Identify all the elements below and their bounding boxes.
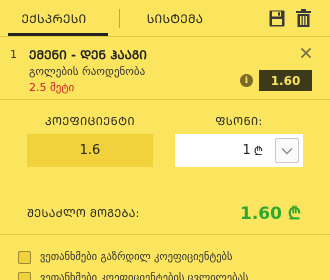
- save-icon[interactable]: [269, 10, 285, 27]
- accept-odds-change-checkbox[interactable]: [18, 271, 31, 280]
- accept-odds-change-label: ვეთანხმები კოეფიციენტების ცვლილებას: [40, 272, 249, 280]
- stake-value-wrap: 1 ₾: [242, 134, 263, 167]
- stake-input[interactable]: 1 ₾: [175, 134, 303, 167]
- coefficient-label: ᲙᲝᲔᲤᲘᲪᲘᲔᲜᲢᲘ: [44, 115, 136, 128]
- currency-symbol: ₾: [253, 144, 263, 158]
- bet-index: 1: [10, 48, 17, 61]
- tab-system[interactable]: ᲡᲘᲡᲢᲔᲛᲐ: [122, 0, 228, 36]
- accept-higher-odds-label: ვეთანხმები გაზრდილ კოეფიციენტებს: [40, 251, 233, 263]
- divider: [0, 234, 330, 235]
- stake-amount: 1: [242, 143, 251, 158]
- bet-outcome: 2.5 მეტი: [29, 81, 75, 94]
- odd-badge: 1.60: [259, 70, 312, 91]
- accept-higher-odds-checkbox[interactable]: [18, 250, 31, 264]
- accept-odds-change-option[interactable]: ვეთანხმები კოეფიციენტების ცვლილებას: [18, 271, 248, 280]
- bet-market: გოლების რაოდენობა: [29, 65, 146, 78]
- coefficient-value: 1.6: [27, 134, 153, 167]
- possible-win-label: ᲨᲔᲡᲐᲫᲚᲝ ᲛᲝᲒᲔᲑᲐ:: [27, 207, 140, 220]
- accept-higher-odds-option[interactable]: ვეთანხმები გაზრდილ კოეფიციენტებს: [18, 250, 232, 264]
- stake-dropdown-button[interactable]: [275, 138, 299, 163]
- bet-match-title: ᲔᲛᲔᲜᲘ - ᲓᲔᲜ ᲰᲐᲐᲒᲘ: [29, 48, 147, 62]
- divider: [0, 36, 330, 37]
- info-icon[interactable]: i: [240, 74, 253, 87]
- tab-express[interactable]: ᲔᲥᲡᲞᲠᲔᲡᲘ: [0, 0, 108, 36]
- possible-win-value: 1.60 ₾: [240, 204, 301, 224]
- chevron-down-icon: [281, 147, 293, 154]
- stake-label: ᲤᲡᲝᲜᲘ:: [215, 115, 263, 128]
- tab-divider: [119, 9, 120, 28]
- divider: [0, 99, 330, 100]
- close-icon[interactable]: [301, 48, 311, 58]
- trash-icon[interactable]: [296, 9, 311, 27]
